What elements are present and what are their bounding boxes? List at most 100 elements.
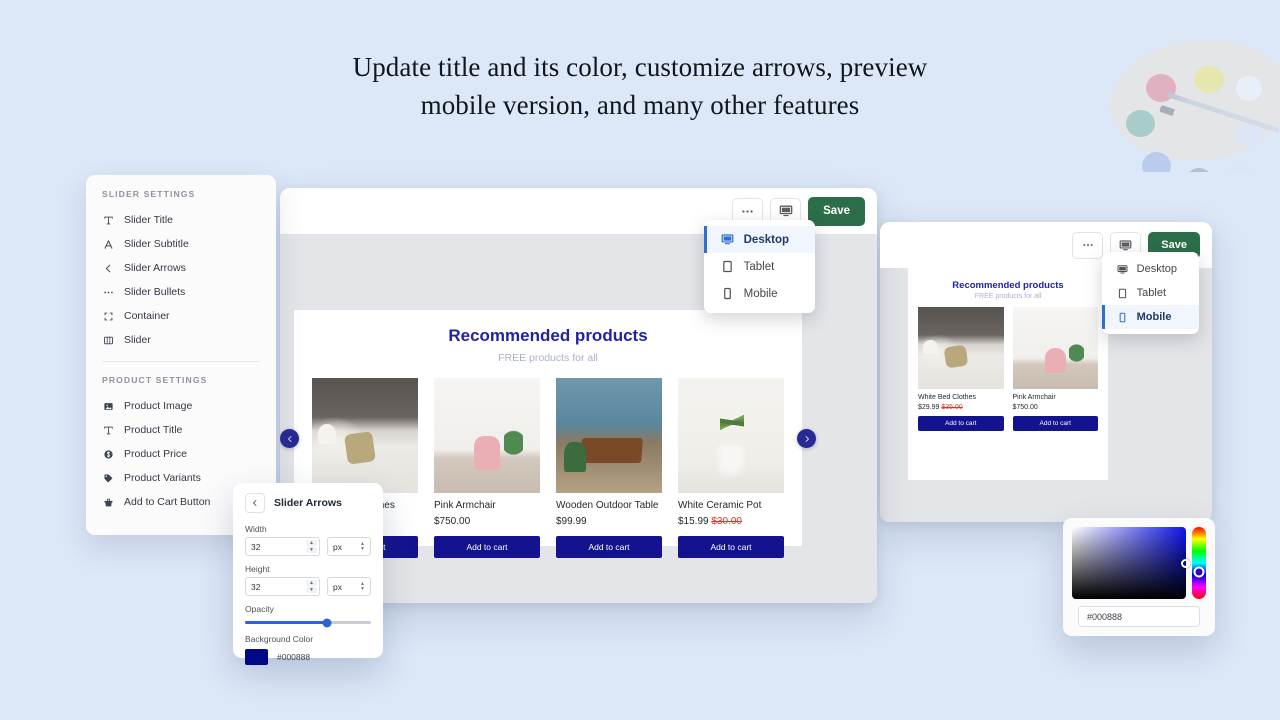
mobile-phone-icon	[1117, 312, 1128, 323]
mobile-device-menu[interactable]: Desktop Tablet Mobile	[1101, 252, 1199, 334]
product-card[interactable]: Pink Armchair $750.00 Add to cart	[1012, 307, 1098, 431]
width-unit-select[interactable]: px ▲ ▼	[327, 537, 371, 556]
sidebar-item-slider-arrows[interactable]: Slider Arrows	[86, 256, 276, 280]
product-card[interactable]: Wooden Outdoor Table $99.99 Add to cart	[556, 378, 662, 558]
columns-icon	[102, 335, 115, 346]
product-old-price: $30.00	[711, 516, 742, 527]
sidebar-item-label: Slider Bullets	[124, 286, 186, 298]
sidebar-item-slider-bullets[interactable]: Slider Bullets	[86, 280, 276, 304]
color-picker-top	[1072, 527, 1206, 599]
sidebar-item-product-title[interactable]: Product Title	[86, 418, 276, 442]
opacity-slider[interactable]	[245, 618, 371, 627]
ellipsis-icon	[742, 209, 753, 213]
mobile-preview-window: Save Desktop Tablet Mobile Recommended p…	[880, 222, 1212, 522]
saturation-value-area[interactable]	[1072, 527, 1190, 599]
opacity-slider-thumb[interactable]	[322, 618, 332, 627]
sidebar-item-product-image[interactable]: Product Image	[86, 394, 276, 418]
device-menu-item-desktop[interactable]: Desktop	[703, 226, 815, 253]
sidebar-item-slider-subtitle[interactable]: Slider Subtitle	[86, 232, 276, 256]
background-color-row[interactable]: #000888	[245, 649, 371, 665]
slider-next-arrow-button[interactable]	[797, 429, 816, 448]
product-card[interactable]: White Bed Clothes $29.99 $35.00 Add to c…	[918, 307, 1004, 431]
add-to-cart-button[interactable]: Add to cart	[1012, 416, 1098, 431]
back-button[interactable]	[245, 493, 265, 513]
sidebar-item-label: Add to Cart Button	[124, 496, 211, 508]
chevron-left-icon	[102, 263, 115, 274]
width-value: 32	[251, 541, 261, 552]
hex-input[interactable]: #000888	[1078, 606, 1200, 627]
device-menu-label: Tablet	[743, 260, 775, 273]
height-row: 32 ▲ ▼ px ▲ ▼	[245, 577, 371, 596]
stepper-down-icon[interactable]: ▼	[306, 547, 317, 553]
desktop-monitor-icon	[721, 233, 734, 246]
paint-blob-green	[1126, 110, 1155, 137]
slider-arrows-settings-panel: Slider Arrows Width 32 ▲ ▼ px ▲ ▼ Height …	[233, 483, 383, 665]
add-to-cart-label: Add to cart	[945, 420, 977, 427]
product-name: Pink Armchair	[1012, 394, 1056, 401]
dollar-circle-icon	[102, 449, 115, 460]
text-subtitle-icon	[102, 239, 115, 250]
product-name: Pink Armchair	[434, 500, 496, 511]
saturation-value-thumb[interactable]	[1181, 559, 1190, 569]
product-image	[678, 378, 784, 493]
product-price-row: $750.00	[434, 516, 540, 528]
height-input[interactable]: 32 ▲ ▼	[245, 577, 320, 596]
product-image	[1012, 307, 1098, 389]
save-button-label: Save	[823, 205, 850, 217]
ellipsis-icon	[102, 287, 115, 298]
chevron-left-icon	[287, 435, 291, 442]
sidebar-item-label: Product Variants	[124, 472, 201, 484]
sidebar-item-label: Container	[124, 310, 170, 322]
more-options-button[interactable]	[1072, 231, 1104, 259]
device-menu-item-mobile[interactable]: Mobile	[1101, 305, 1199, 329]
height-value: 32	[251, 581, 261, 592]
product-name: White Ceramic Pot	[678, 500, 762, 511]
desktop-monitor-icon	[779, 205, 792, 217]
device-menu-label: Tablet	[1136, 287, 1166, 299]
page-title: Update title and its color, customize ar…	[0, 48, 1280, 124]
image-icon	[102, 401, 115, 412]
color-picker-popup: #000888	[1063, 518, 1215, 636]
sidebar-item-label: Slider Arrows	[124, 262, 186, 274]
artist-palette-icon	[1098, 22, 1280, 172]
stepper-up-icon[interactable]: ▲	[306, 540, 317, 546]
product-card[interactable]: White Ceramic Pot $15.99 $30.00 Add to c…	[678, 378, 784, 558]
device-menu-item-tablet[interactable]: Tablet	[704, 253, 815, 280]
sidebar-item-slider-title[interactable]: Slider Title	[86, 208, 276, 232]
chevron-updown-icon: ▲ ▼	[360, 540, 365, 552]
cart-icon	[102, 497, 115, 508]
mobile-product-grid: White Bed Clothes $29.99 $35.00 Add to c…	[918, 307, 1098, 431]
device-menu-item-desktop[interactable]: Desktop	[1102, 257, 1199, 281]
desktop-monitor-icon	[1117, 264, 1128, 275]
device-menu-item-tablet[interactable]: Tablet	[1102, 281, 1199, 305]
add-to-cart-button[interactable]: Add to cart	[678, 536, 784, 558]
color-swatch[interactable]	[245, 649, 268, 665]
device-menu-item-mobile[interactable]: Mobile	[704, 280, 815, 307]
add-to-cart-button[interactable]: Add to cart	[918, 416, 1004, 431]
headline-line-2: mobile version, and many other features	[420, 90, 860, 120]
product-card[interactable]: Pink Armchair $750.00 Add to cart	[434, 378, 540, 558]
hue-slider-thumb[interactable]	[1193, 566, 1205, 578]
add-to-cart-button[interactable]: Add to cart	[556, 536, 662, 558]
paint-blob-yellow	[1194, 66, 1224, 93]
slider-prev-arrow-button[interactable]	[280, 429, 299, 448]
sidebar-item-container[interactable]: Container	[86, 304, 276, 328]
save-button[interactable]: Save	[808, 196, 865, 226]
device-menu-label: Mobile	[743, 287, 778, 300]
width-stepper[interactable]: ▲ ▼	[306, 540, 317, 553]
sidebar-section-title-slider: SLIDER SETTINGS	[102, 189, 196, 199]
product-old-price: $35.00	[941, 404, 963, 411]
text-title-icon	[102, 425, 115, 436]
desktop-device-menu[interactable]: Desktop Tablet Mobile	[703, 220, 815, 313]
sidebar-item-slider[interactable]: Slider	[86, 328, 276, 352]
height-stepper[interactable]: ▲ ▼	[306, 580, 317, 593]
stepper-down-icon[interactable]: ▼	[306, 587, 317, 593]
hue-slider[interactable]	[1192, 527, 1206, 599]
product-name: Wooden Outdoor Table	[556, 500, 659, 511]
width-input[interactable]: 32 ▲ ▼	[245, 537, 320, 556]
sidebar-item-product-price[interactable]: Product Price	[86, 442, 276, 466]
tag-icon	[102, 473, 115, 484]
stepper-up-icon[interactable]: ▲	[306, 580, 317, 586]
add-to-cart-button[interactable]: Add to cart	[434, 536, 540, 558]
height-unit-select[interactable]: px ▲ ▼	[327, 577, 371, 596]
